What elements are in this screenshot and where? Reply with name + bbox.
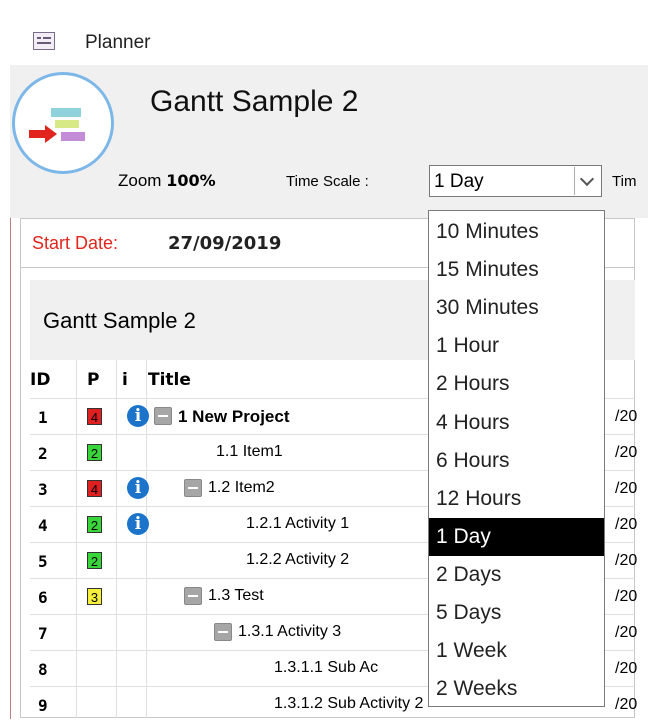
row-title: 1.2.1 Activity 1	[246, 515, 350, 532]
collapse-icon[interactable]	[214, 623, 232, 641]
row-id: 9	[38, 696, 48, 715]
dropdown-option[interactable]: 15 Minutes	[429, 251, 604, 289]
row-date: /20	[615, 480, 638, 497]
priority-badge: 2	[87, 552, 102, 569]
info-icon[interactable]: i	[127, 513, 149, 535]
row-title: 1.2.2 Activity 2	[246, 551, 350, 568]
row-date: /20	[615, 444, 638, 461]
zoom-value: 100%	[166, 171, 216, 190]
priority-badge: 2	[87, 444, 102, 461]
col-id: ID	[30, 370, 51, 390]
collapse-icon[interactable]	[184, 587, 202, 605]
row-date: /20	[615, 624, 638, 641]
gantt-title: Gantt Sample 2	[43, 308, 196, 333]
row-title: 1.1 Item1	[216, 443, 283, 460]
row-id: 4	[38, 516, 48, 535]
row-title: 1.3.1 Activity 3	[238, 623, 342, 640]
dropdown-option[interactable]: 30 Minutes	[429, 289, 604, 327]
row-date: /20	[615, 660, 638, 677]
dropdown-option[interactable]: 1 Week	[429, 632, 604, 670]
col-info: i	[122, 370, 128, 390]
window-title: Planner	[85, 32, 151, 53]
dropdown-option[interactable]: 12 Hours	[429, 480, 604, 518]
col-priority: P	[87, 370, 100, 390]
row-title: 1 New Project	[178, 407, 290, 426]
priority-badge: 2	[87, 516, 102, 533]
row-id: 7	[38, 624, 48, 643]
priority-badge: 3	[87, 588, 102, 605]
row-id: 1	[38, 408, 48, 427]
row-title: 1.2 Item2	[208, 479, 275, 496]
time-scale-label: Time Scale :	[286, 173, 369, 190]
row-id: 2	[38, 444, 48, 463]
info-icon[interactable]: i	[127, 405, 149, 427]
row-title: 1.3 Test	[208, 587, 264, 604]
row-title: 1.3.1.2 Sub Activity 2	[274, 695, 424, 712]
row-id: 3	[38, 480, 48, 499]
dropdown-option[interactable]: 1 Day	[429, 517, 604, 556]
dropdown-option[interactable]: 1 Hour	[429, 327, 604, 365]
row-id: 8	[38, 660, 48, 679]
row-date: /20	[615, 696, 638, 713]
start-date-value: 27/09/2019	[168, 233, 282, 254]
dropdown-option[interactable]: 5 Days	[429, 594, 604, 632]
form-title: Gantt Sample 2	[150, 85, 359, 118]
start-date-label: Start Date:	[32, 233, 119, 253]
form-icon	[33, 32, 55, 50]
chevron-down-icon[interactable]	[574, 167, 600, 195]
zoom-label: Zoom	[118, 171, 162, 190]
row-title: 1.3.1.1 Sub Ac	[274, 659, 379, 676]
collapse-icon[interactable]	[154, 407, 172, 425]
time-scale-dropdown[interactable]: 10 Minutes 15 Minutes 30 Minutes 1 Hour 2 Ho…	[428, 210, 605, 707]
collapse-icon[interactable]	[184, 479, 202, 497]
row-date: /20	[615, 516, 638, 533]
dropdown-option[interactable]: 2 Weeks	[429, 670, 604, 708]
dropdown-option[interactable]: 2 Days	[429, 556, 604, 594]
row-id: 5	[38, 552, 48, 571]
col-title: Title	[148, 370, 191, 390]
row-id: 6	[38, 588, 48, 607]
priority-badge: 4	[87, 408, 102, 425]
info-icon[interactable]: i	[127, 477, 149, 499]
dropdown-option[interactable]: 6 Hours	[429, 442, 604, 480]
priority-badge: 4	[87, 480, 102, 497]
time-scale-value: 1 Day	[434, 171, 484, 192]
gantt-logo-icon	[12, 72, 114, 174]
row-date: /20	[615, 552, 638, 569]
dropdown-option[interactable]: 2 Hours	[429, 365, 604, 403]
dropdown-option[interactable]: 10 Minutes	[429, 213, 604, 251]
row-date: /20	[615, 588, 638, 605]
dropdown-option[interactable]: 4 Hours	[429, 404, 604, 442]
time-scale-select[interactable]: 1 Day	[429, 165, 602, 197]
row-date: /20	[615, 408, 638, 425]
zoom-indicator: Zoom 100%	[118, 171, 216, 191]
next-field-label: Tim	[612, 173, 637, 190]
